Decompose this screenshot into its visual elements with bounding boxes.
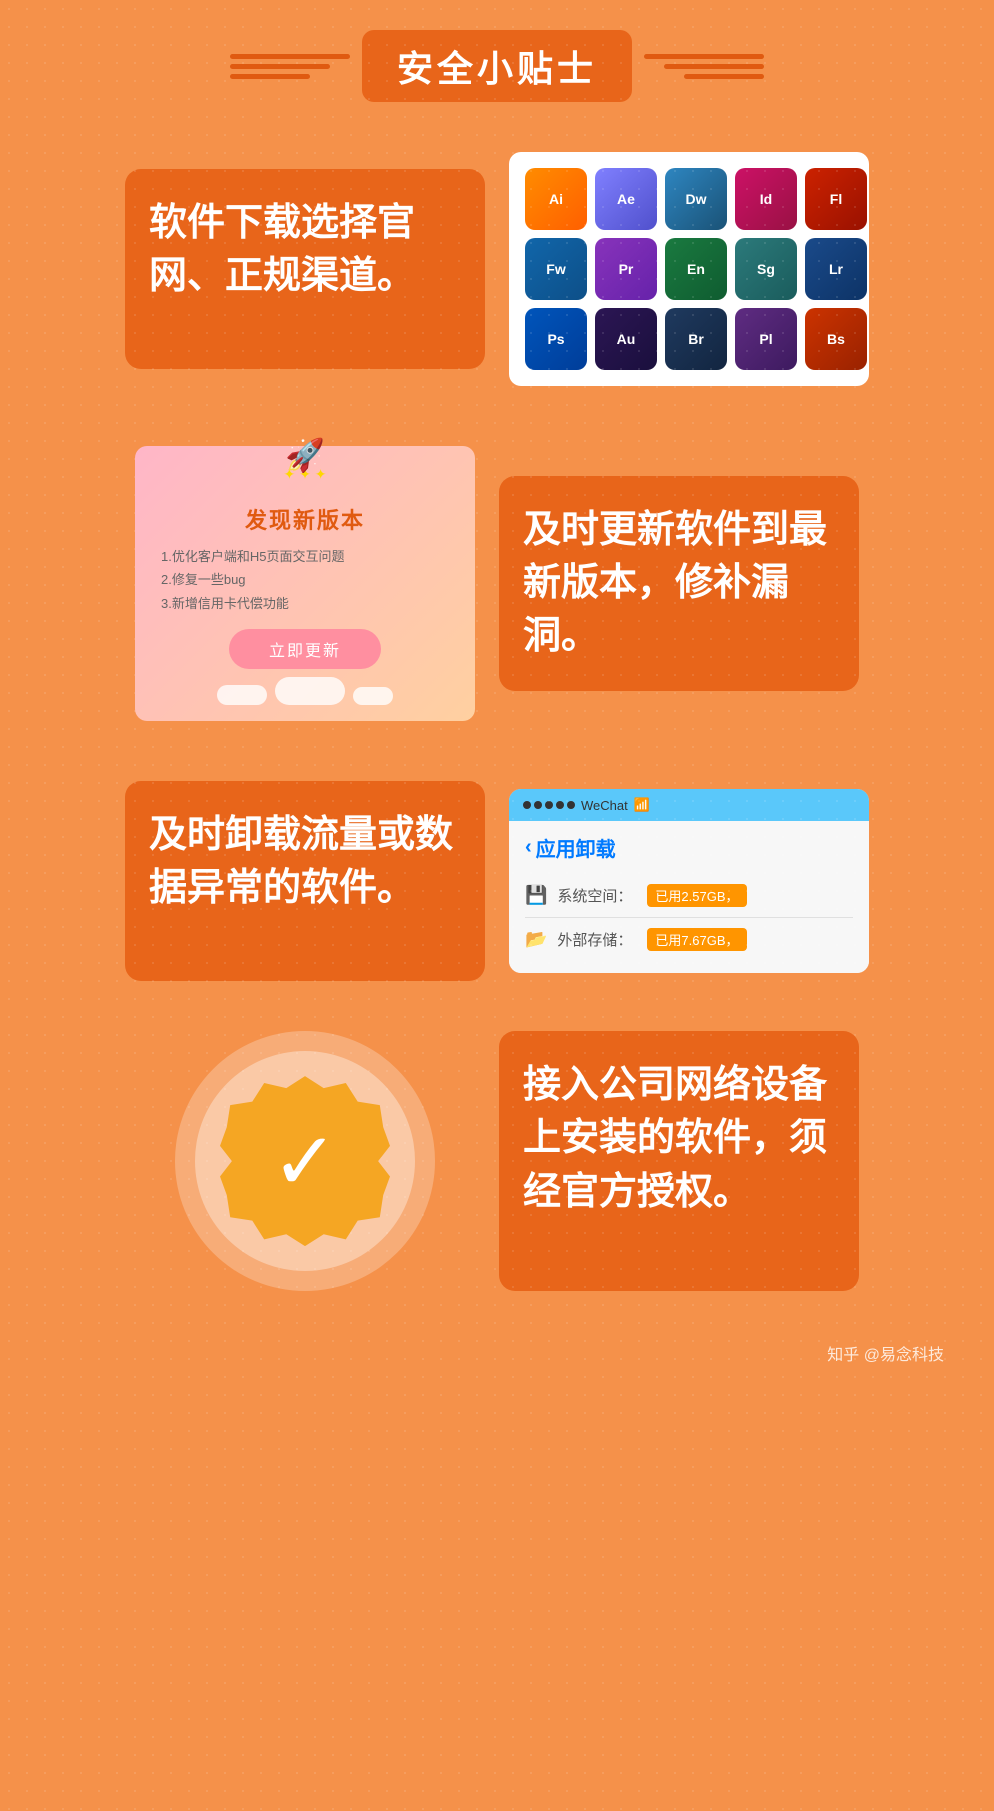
wechat-signal-dots [523,801,575,809]
section-3: 及时卸载流量或数据异常的软件。 WeChat 📶 ‹ 应用卸载 💾 系统空间： … [0,751,994,1011]
signal-dot [567,801,575,809]
adobe-icon-ae: Ae [595,168,657,230]
badge-inner-ring: ✓ [195,1051,415,1271]
header-decoration-right [644,54,764,79]
chevron-left-icon: ‹ [525,836,532,859]
system-storage-used: 已用2.57GB， [647,884,746,907]
badge-outer-ring: ✓ [175,1031,435,1291]
adobe-icon-pr: Pr [595,238,657,300]
external-storage-icon: 📂 [525,929,547,950]
wechat-label: WeChat [581,798,628,813]
adobe-icon-br: Br [665,308,727,370]
adobe-grid: AiAeDwIdFlFwPrEnSgLrPsAuBrPlBs [525,168,853,370]
adobe-icon-fw: Fw [525,238,587,300]
footer-text: 知乎 @易念科技 [827,1347,944,1364]
system-storage-row: 💾 系统空间： 已用2.57GB， [525,874,853,918]
update-list-item: 2.修复一些bug [161,568,449,591]
section-1: 软件下载选择官网、正规渠道。 AiAeDwIdFlFwPrEnSgLrPsAuB… [0,122,994,416]
update-title: 发现新版本 [151,503,459,535]
wechat-page-title: 应用卸载 [536,833,616,862]
update-list: 1.优化客户端和H5页面交互问题2.修复一些bug3.新增信用卡代偿功能 [151,545,459,615]
section1-text-box: 软件下载选择官网、正规渠道。 [125,169,485,369]
checkmark-icon: ✓ [271,1115,338,1208]
wechat-body: ‹ 应用卸载 💾 系统空间： 已用2.57GB， 📂 外部存储： 已用7.67G… [509,821,869,973]
wechat-card: WeChat 📶 ‹ 应用卸载 💾 系统空间： 已用2.57GB， 📂 外部存储… [509,789,869,973]
update-button[interactable]: 立即更新 [229,629,381,669]
footer: 知乎 @易念科技 [0,1321,994,1395]
clouds-decoration [151,677,459,705]
adobe-icon-lr: Lr [805,238,867,300]
wechat-back-button[interactable]: ‹ 应用卸载 [525,833,853,862]
section2-text-box: 及时更新软件到最新版本，修补漏洞。 [499,476,859,692]
adobe-icon-fl: Fl [805,168,867,230]
section3-text-box: 及时卸载流量或数据异常的软件。 [125,781,485,981]
external-storage-used: 已用7.67GB， [647,928,746,951]
external-storage-row: 📂 外部存储： 已用7.67GB， [525,918,853,961]
adobe-icon-id: Id [735,168,797,230]
system-storage-icon: 💾 [525,885,547,906]
signal-dot [545,801,553,809]
adobe-icons-card: AiAeDwIdFl FwPrEnSgLr PsAuBrPlBs [509,152,869,386]
signal-dot [534,801,542,809]
update-notification-card: 🚀 ✦ ✦ ✦ 发现新版本 1.优化客户端和H5页面交互问题2.修复一些bug3… [135,446,475,721]
system-storage-label: 系统空间： [557,885,637,906]
adobe-icon-ps: Ps [525,308,587,370]
adobe-icon-ai: Ai [525,168,587,230]
adobe-icon-au: Au [595,308,657,370]
adobe-icon-pl: Pl [735,308,797,370]
rocket-icon: 🚀 [285,436,325,474]
external-storage-label: 外部存储： [557,929,637,950]
badge-container: ✓ [135,1031,475,1291]
signal-dot [523,801,531,809]
wechat-status-bar: WeChat 📶 [509,789,869,821]
wifi-icon: 📶 [634,797,650,813]
update-list-item: 3.新增信用卡代偿功能 [161,592,449,615]
section-2: 🚀 ✦ ✦ ✦ 发现新版本 1.优化客户端和H5页面交互问题2.修复一些bug3… [0,416,994,751]
section4-text-box: 接入公司网络设备上安装的软件，须经官方授权。 [499,1031,859,1291]
update-list-item: 1.优化客户端和H5页面交互问题 [161,545,449,568]
badge-shape: ✓ [220,1076,390,1246]
adobe-icon-bs: Bs [805,308,867,370]
page-header: 安全小贴士 [0,0,994,122]
section-4: ✓ 接入公司网络设备上安装的软件，须经官方授权。 [0,1011,994,1321]
page-title: 安全小贴士 [362,30,632,102]
adobe-icon-en: En [665,238,727,300]
signal-dot [556,801,564,809]
adobe-icon-dw: Dw [665,168,727,230]
header-decoration-left [230,54,350,79]
adobe-icon-sg: Sg [735,238,797,300]
